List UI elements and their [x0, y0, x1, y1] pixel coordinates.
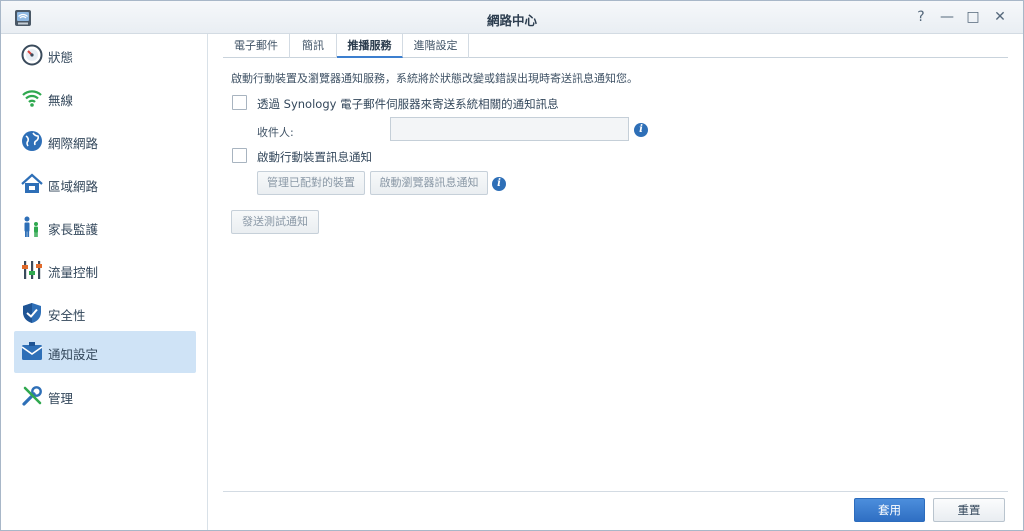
sidebar-item-security[interactable]: 安全性 — [14, 292, 196, 334]
sidebar-item-local-network[interactable]: 區域網路 — [14, 163, 196, 205]
shield-icon — [23, 303, 41, 323]
window-title: 網路中心 — [486, 13, 537, 28]
title-bar: 網路中心 ? — □ ✕ — [1, 1, 1023, 34]
minimize-icon[interactable]: — — [939, 9, 955, 25]
notification-envelope-icon — [21, 342, 43, 360]
tab-email[interactable]: 電子郵件 — [223, 34, 290, 58]
sidebar-item-label: 無線 — [48, 93, 74, 108]
send-test-notification-button[interactable]: 發送測試通知 — [231, 210, 319, 234]
sidebar: 狀態 無線 網際網路 區域網路 家長監護 流量控制 安全性 通知設定 管理 — [1, 34, 208, 530]
home-network-icon — [21, 173, 43, 193]
help-icon[interactable]: ? — [913, 9, 929, 25]
sidebar-item-traffic-control[interactable]: 流量控制 — [14, 249, 196, 291]
mobile-notify-checkbox[interactable] — [232, 148, 247, 163]
tab-sms[interactable]: 簡訊 — [290, 34, 337, 58]
sliders-icon — [22, 261, 42, 279]
close-icon[interactable]: ✕ — [992, 9, 1008, 25]
tab-push-service[interactable]: 推播服務 — [337, 34, 403, 58]
mobile-notify-checkbox-label: 啟動行動裝置訊息通知 — [257, 150, 372, 164]
push-description: 啟動行動裝置及瀏覽器通知服務，系統將於狀態改變或錯誤出現時寄送訊息通知您。 — [231, 72, 638, 85]
recipient-input[interactable] — [390, 117, 629, 141]
sidebar-item-label: 管理 — [48, 391, 74, 406]
sidebar-item-label: 狀態 — [48, 50, 74, 65]
family-icon — [24, 216, 38, 237]
sidebar-item-internet[interactable]: 網際網路 — [14, 120, 196, 162]
synology-email-checkbox-label: 透過 Synology 電子郵件伺服器來寄送系統相關的通知訊息 — [257, 97, 559, 111]
manage-paired-devices-button[interactable]: 管理已配對的裝置 — [257, 171, 365, 195]
tab-advanced[interactable]: 進階設定 — [403, 34, 469, 58]
network-center-window: 網路中心 ? — □ ✕ 狀態 無線 網際網路 區域網路 家長監護 流量控制 安… — [0, 0, 1024, 531]
tools-icon — [22, 386, 42, 406]
enable-browser-notify-button[interactable]: 啟動瀏覽器訊息通知 — [370, 171, 488, 195]
sidebar-item-parental-control[interactable]: 家長監護 — [14, 206, 196, 248]
reset-button[interactable]: 重置 — [933, 498, 1005, 522]
maximize-icon[interactable]: □ — [965, 9, 981, 25]
sidebar-item-label: 家長監護 — [48, 222, 99, 237]
sidebar-item-label: 網際網路 — [48, 136, 99, 151]
sidebar-item-label: 通知設定 — [48, 347, 99, 362]
recipient-label: 收件人: — [257, 126, 294, 139]
sidebar-item-status[interactable]: 狀態 — [14, 34, 196, 76]
globe-icon — [22, 131, 42, 151]
sidebar-item-label: 流量控制 — [48, 265, 99, 280]
tab-bar: 電子郵件 簡訊 推播服務 進階設定 — [223, 34, 1008, 58]
sidebar-item-label: 區域網路 — [48, 179, 99, 194]
apply-button[interactable]: 套用 — [854, 498, 925, 522]
wifi-icon — [22, 90, 42, 107]
browser-notify-info-icon[interactable]: i — [492, 177, 506, 191]
synology-email-checkbox[interactable] — [232, 95, 247, 110]
sidebar-item-wireless[interactable]: 無線 — [14, 77, 196, 119]
sidebar-item-notifications[interactable]: 通知設定 — [14, 331, 196, 373]
gauge-icon — [21, 44, 43, 66]
footer-divider — [223, 491, 1008, 492]
sidebar-item-management[interactable]: 管理 — [14, 375, 196, 417]
sidebar-item-label: 安全性 — [48, 308, 86, 323]
recipient-info-icon[interactable]: i — [634, 123, 648, 137]
